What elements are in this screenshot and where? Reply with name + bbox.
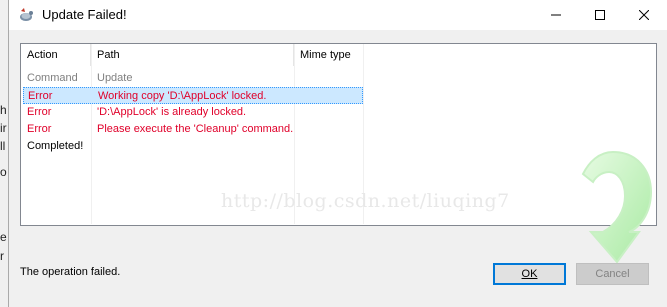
cancel-button-label: Cancel [595,268,630,280]
cancel-button[interactable]: Cancel [576,263,649,285]
background-text: r [0,249,4,263]
status-text: The operation failed. [20,266,121,278]
tortoise-svn-icon [20,8,33,21]
maximize-button[interactable] [578,0,622,30]
row-path: Update [97,72,133,84]
row-path: 'D:\AppLock' is already locked. [97,106,247,118]
results-list[interactable]: Action Path Mime type Command Update Error… [20,43,657,264]
row-path: Working copy 'D:\AppLock' locked. [98,90,267,102]
table-row[interactable]: Completed! [23,138,363,155]
row-action: Error [28,90,53,102]
background-text: h [0,103,7,117]
table-row[interactable]: Error Working copy 'D:\AppLock' locked. [23,87,363,104]
background-text: o [0,165,7,179]
minimize-icon [551,14,561,16]
background-text: e [0,230,7,244]
dialog-title: Update Failed! [42,7,127,22]
table-row[interactable]: Error Please execute the 'Cleanup' comman… [23,121,363,138]
row-action: Error [27,123,52,135]
table-row[interactable]: Command Update [23,70,363,87]
ok-button-label: OK [521,268,538,280]
maximize-icon [595,10,605,20]
column-header-path[interactable]: Path [91,44,294,66]
column-header-mime-type[interactable]: Mime type [294,44,364,66]
column-header-action[interactable]: Action [21,44,91,66]
close-icon [639,10,649,20]
title-bar[interactable]: Update Failed! [9,0,667,30]
close-button[interactable] [622,0,666,30]
row-action: Error [27,106,52,118]
table-row[interactable]: Error 'D:\AppLock' is already locked. [23,104,363,121]
ok-button[interactable]: OK [493,263,566,285]
background-text: ll [0,139,6,153]
minimize-button[interactable] [534,0,578,30]
row-path: Please execute the 'Cleanup' command. [97,123,294,135]
background-text: ir [0,121,7,135]
update-failed-dialog: Update Failed! Action Path Mime type Com… [8,0,667,307]
refresh-arrow-icon [581,150,653,264]
watermark-text: http://blog.csdn.net/liuqing7 [221,190,510,212]
row-action: Completed! [27,140,84,152]
row-action: Command [27,72,78,84]
